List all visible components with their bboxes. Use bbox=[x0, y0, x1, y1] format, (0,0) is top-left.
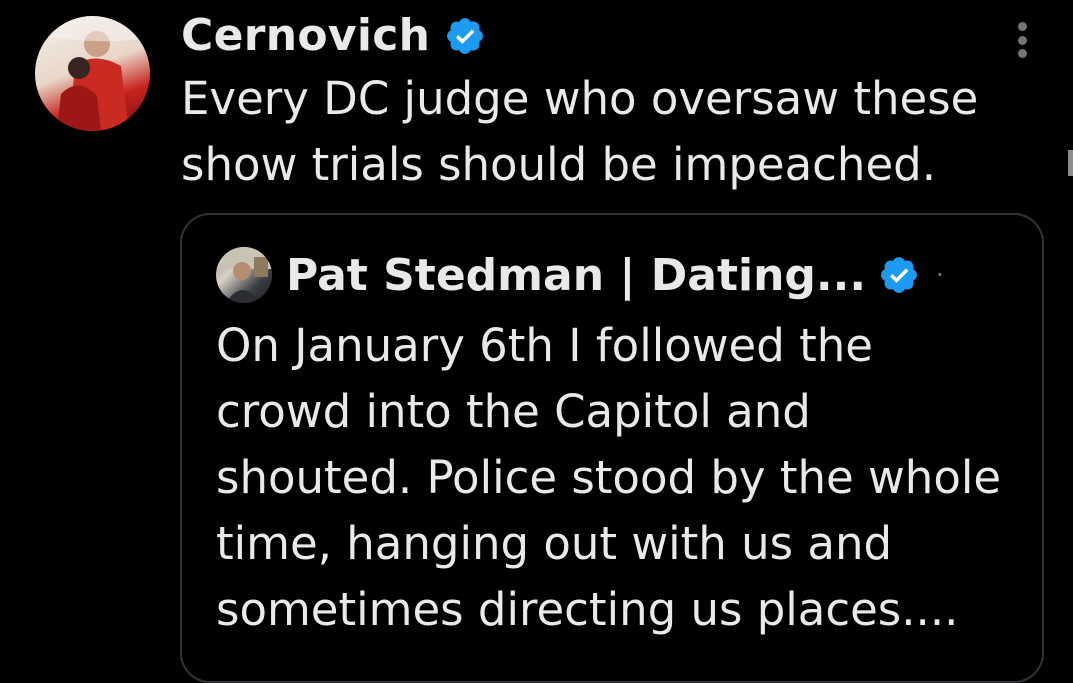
tweet-text: Every DC judge who oversaw these show tr… bbox=[181, 66, 1041, 198]
quoted-avatar-photo-icon bbox=[216, 247, 272, 303]
verified-badge-icon bbox=[447, 18, 484, 54]
tweet-text-line: Every DC judge who oversaw these bbox=[181, 72, 979, 125]
separator-dot: · bbox=[936, 261, 944, 289]
quoted-text-line: time, hanging out with us and bbox=[216, 517, 893, 570]
more-options-button[interactable] bbox=[1008, 18, 1036, 62]
quoted-text-line: sometimes directing us places.... bbox=[216, 583, 959, 636]
author-avatar[interactable] bbox=[35, 16, 150, 131]
scrollbar-thumb[interactable] bbox=[1068, 150, 1073, 176]
tweet-header: Cernovich bbox=[181, 6, 486, 66]
quoted-text-line: shouted. Police stood by the whole bbox=[216, 451, 1002, 504]
quoted-author-display-name[interactable]: Pat Stedman | Dating... bbox=[286, 250, 866, 301]
verified-badge-icon bbox=[881, 257, 917, 293]
quoted-text-line: On January 6th I followed the bbox=[216, 319, 873, 372]
tweet-text-line: show trials should be impeached. bbox=[181, 138, 937, 191]
quoted-tweet-header: Pat Stedman | Dating... · bbox=[216, 245, 944, 305]
quoted-text-line: crowd into the Capitol and bbox=[216, 385, 811, 438]
author-display-name[interactable]: Cernovich bbox=[181, 14, 430, 58]
quoted-tweet-card[interactable]: Pat Stedman | Dating... · On January 6th… bbox=[180, 213, 1044, 683]
quoted-author-avatar[interactable] bbox=[216, 247, 272, 303]
avatar-photo-icon bbox=[35, 16, 150, 131]
more-vertical-icon bbox=[1017, 22, 1027, 31]
tweet[interactable]: Cernovich Every DC judge who oversaw the… bbox=[0, 0, 1073, 683]
quoted-tweet-text: On January 6th I followed the crowd into… bbox=[216, 313, 1016, 643]
